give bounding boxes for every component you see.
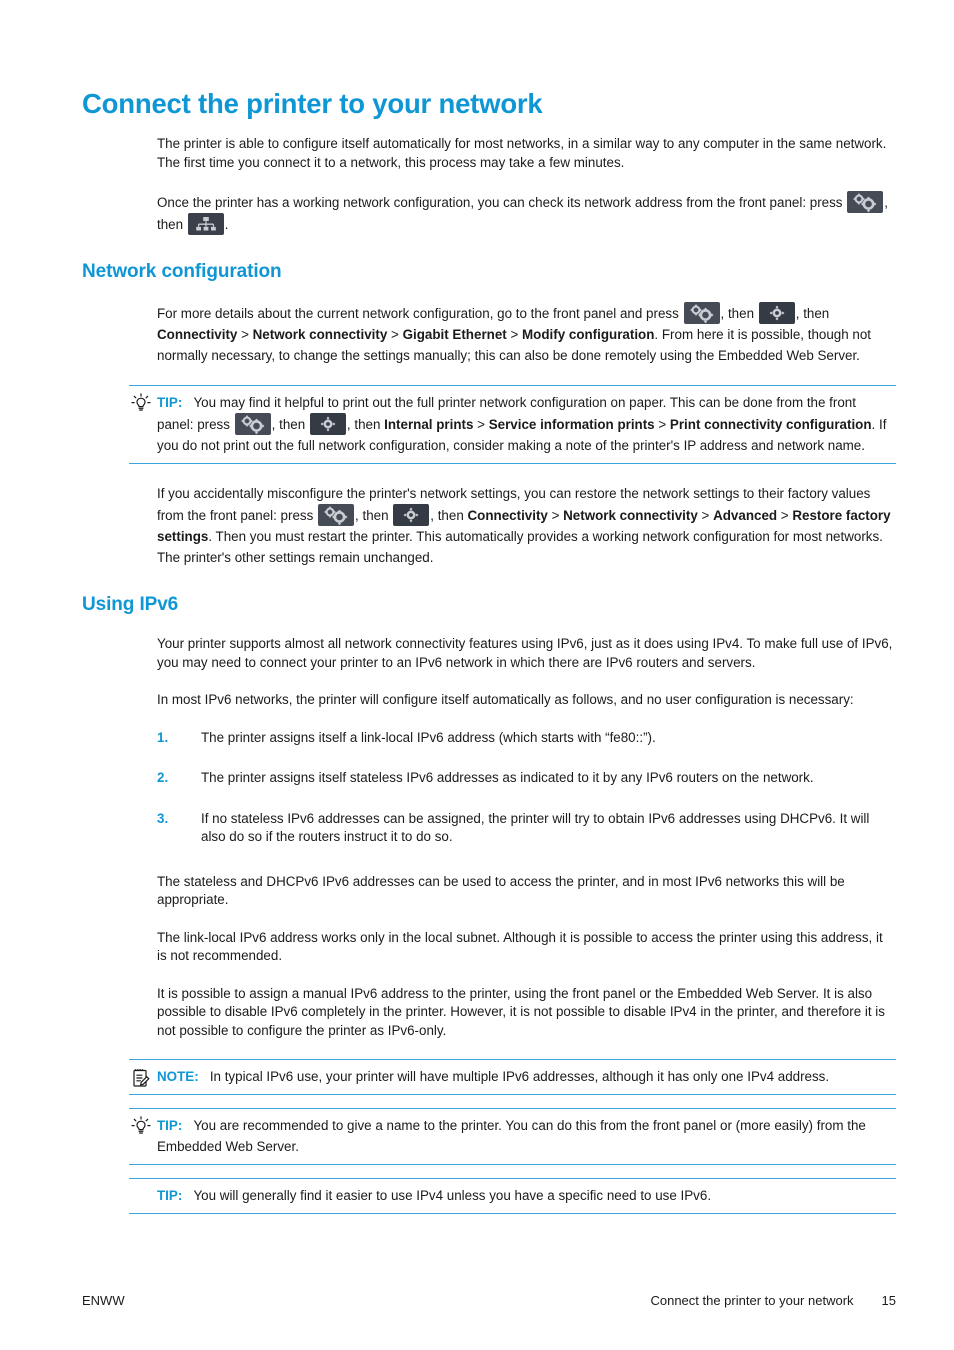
ncfg-bold-gigabit-ethernet: Gigabit Ethernet [402, 327, 507, 342]
ncfg-text-3: , then [795, 306, 830, 321]
using-ipv6-section: Using IPv6 [82, 594, 896, 616]
restore-settings-block: If you accidentally misconfigure the pri… [157, 483, 896, 568]
front-panel-gear-icon[interactable] [758, 302, 795, 324]
page-footer: ENWW Connect the printer to your network… [82, 1293, 896, 1308]
list-item: 1. The printer assigns itself a link-loc… [157, 729, 896, 748]
restore-sep-1: > [547, 508, 564, 523]
list-item-text: If no stateless IPv6 addresses can be as… [201, 810, 870, 845]
note-text: In typical IPv6 use, your printer will h… [209, 1069, 830, 1084]
ncfg-sep-2: > [387, 327, 403, 342]
section-heading-network-configuration: Network configuration [82, 261, 282, 282]
ipv6-trailing-paragraphs: The stateless and DHCPv6 IPv6 addresses … [157, 873, 896, 1041]
tip-sep-1: > [473, 417, 489, 432]
restore-text-3: , then [430, 508, 468, 523]
footer-chapter-title: Connect the printer to your network [650, 1293, 854, 1308]
front-panel-gears-icon[interactable] [234, 413, 271, 435]
notepad-icon [129, 1066, 153, 1090]
network-configuration-body: For more details about the current netwo… [157, 302, 896, 366]
tip-bold-print-connectivity-configuration: Print connectivity configuration [669, 417, 872, 432]
note-ipv6-addresses: NOTE: In typical IPv6 use, your printer … [129, 1059, 896, 1095]
tip-prefer-ipv4: TIP: You will generally find it easier t… [129, 1178, 896, 1214]
network-configuration-paragraph: For more details about the current netwo… [157, 302, 896, 366]
restore-sep-3: > [777, 508, 793, 523]
intro-block: The printer is able to configure itself … [157, 135, 896, 235]
ipv6-paragraph-1: Your printer supports almost all network… [157, 636, 893, 670]
restore-bold-network-connectivity: Network connectivity [563, 508, 698, 523]
ncfg-sep-1: > [237, 327, 253, 342]
restore-tail: . Then you must restart the printer. Thi… [157, 529, 883, 565]
ncfg-text-1: For more details about the current netwo… [157, 306, 683, 321]
tip-prefer-ipv4-body: TIP: You will generally find it easier t… [129, 1185, 896, 1206]
list-item-number: 3. [157, 810, 169, 826]
tip-bold-internal-prints: Internal prints [384, 417, 474, 432]
note-ipv6-body: NOTE: In typical IPv6 use, your printer … [129, 1066, 896, 1087]
tip-label: TIP: [157, 1188, 183, 1203]
front-panel-gears-icon[interactable] [318, 504, 355, 526]
restore-sep-2: > [697, 508, 714, 523]
tip-text-3: , then [346, 417, 385, 432]
section-heading-using-ipv6: Using IPv6 [82, 594, 179, 615]
intro-p2-text-3: . [224, 217, 229, 232]
front-panel-network-icon[interactable] [187, 213, 224, 235]
document-page: Connect the printer to your network The … [0, 0, 954, 1350]
lightbulb-icon [129, 392, 153, 416]
ipv6-steps-list: 1. The printer assigns itself a link-loc… [157, 729, 896, 847]
footer-locale-code: ENWW [82, 1293, 125, 1308]
tip-bold-service-information-prints: Service information prints [488, 417, 655, 432]
ncfg-sep-3: > [506, 327, 523, 342]
intro-p2-text-1: Once the printer has a working network c… [157, 195, 847, 210]
tip-label: TIP: [157, 1118, 183, 1133]
list-item-text: The printer assigns itself stateless IPv… [201, 770, 814, 785]
list-item-number: 1. [157, 729, 169, 745]
note-label: NOTE: [157, 1069, 199, 1084]
page-title: Connect the printer to your network [82, 88, 543, 119]
ipv6-paragraph-2: In most IPv6 networks, the printer will … [157, 692, 854, 707]
restore-bold-advanced: Advanced [713, 508, 778, 523]
front-panel-gears-icon[interactable] [847, 191, 884, 213]
page-content: The printer is able to configure itself … [0, 135, 954, 1214]
front-panel-gears-icon[interactable] [683, 302, 720, 324]
tip-sep-2: > [654, 417, 670, 432]
intro-paragraph-1: The printer is able to configure itself … [157, 136, 887, 170]
tip-text-2: , then [271, 417, 309, 432]
footer-page-number: 15 [881, 1293, 896, 1308]
front-panel-gear-icon[interactable] [309, 413, 346, 435]
list-item: 3. If no stateless IPv6 addresses can be… [157, 810, 896, 847]
using-ipv6-body: Your printer supports almost all network… [157, 635, 896, 710]
ncfg-bold-connectivity: Connectivity [157, 327, 238, 342]
ncfg-bold-network-connectivity: Network connectivity [252, 327, 388, 342]
list-item: 2. The printer assigns itself stateless … [157, 769, 896, 788]
network-configuration-section: Network configuration [82, 261, 896, 283]
front-panel-gear-icon[interactable] [393, 504, 430, 526]
tip-text: You will generally find it easier to use… [193, 1188, 712, 1203]
restore-text-2: , then [355, 508, 393, 523]
ncfg-text-2: , then [720, 306, 758, 321]
restore-settings-paragraph: If you accidentally misconfigure the pri… [157, 483, 896, 568]
lightbulb-icon [129, 1115, 153, 1139]
list-item-text: The printer assigns itself a link-local … [201, 729, 656, 745]
restore-bold-connectivity: Connectivity [467, 508, 548, 523]
ipv6-paragraph-4: The link-local IPv6 address works only i… [157, 929, 883, 964]
tip-name-printer-body: TIP: You are recommended to give a name … [129, 1115, 896, 1157]
tip-print-configuration-body: TIP: You may find it helpful to print ou… [129, 392, 896, 456]
ipv6-paragraph-3: The stateless and DHCPv6 IPv6 addresses … [157, 873, 845, 908]
tip-label: TIP: [157, 395, 183, 410]
tip-name-printer: TIP: You are recommended to give a name … [129, 1108, 896, 1165]
intro-paragraph-2: Once the printer has a working network c… [157, 191, 896, 235]
ipv6-paragraph-5: It is possible to assign a manual IPv6 a… [157, 985, 885, 1038]
tip-print-configuration: TIP: You may find it helpful to print ou… [129, 385, 896, 464]
list-item-number: 2. [157, 770, 169, 785]
ncfg-bold-modify-configuration: Modify configuration [522, 327, 655, 342]
tip-text: You are recommended to give a name to th… [157, 1118, 866, 1154]
